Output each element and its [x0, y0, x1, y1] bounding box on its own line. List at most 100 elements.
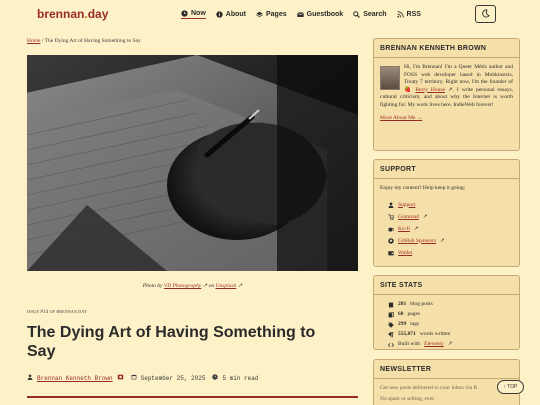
- stat-label: words written: [419, 331, 451, 337]
- nav-item-pages[interactable]: Pages: [256, 10, 287, 19]
- caption-mid: on: [207, 283, 216, 289]
- about-card: BRENNAN KENNETH BROWN Hi, I'm Brennan! I…: [373, 38, 520, 151]
- hero-photo-writing-hand: [27, 55, 358, 271]
- newsletter-heading: NEWSLETTER: [374, 360, 519, 379]
- breadcrumb-home-link[interactable]: Home: [27, 38, 40, 44]
- stat-value: 60: [398, 311, 404, 317]
- support-item: Ko-fi ↗: [388, 226, 513, 234]
- book-icon: [388, 302, 394, 308]
- stat-value: 201: [398, 301, 407, 307]
- support-item: Gumroad ↗: [388, 214, 513, 222]
- support-body: Enjoy my content? Help keep it going: Su…: [374, 179, 519, 268]
- image-caption: Photo by VD Photography ↗ on Unsplash ↗: [27, 283, 358, 289]
- clock-icon: [181, 10, 188, 17]
- clock-icon: [212, 374, 219, 382]
- stat-row: 555,071 words written: [388, 331, 513, 339]
- person-icon: [27, 374, 33, 382]
- nav-label: About: [225, 10, 246, 18]
- logo-tld: day: [87, 7, 109, 21]
- wallet-link[interactable]: Wallet: [398, 250, 412, 258]
- kofi-link[interactable]: Ko-fi: [398, 226, 410, 234]
- code-icon: [388, 342, 394, 348]
- nav-label: RSS: [406, 10, 421, 18]
- person-icon: [388, 202, 394, 209]
- post-title: The Dying Art of Having Something to Say: [27, 324, 316, 360]
- github-sponsors-link[interactable]: GitHub Sponsors: [398, 238, 436, 246]
- support-link[interactable]: Support: [398, 202, 415, 210]
- search-icon: [353, 10, 361, 18]
- layers-icon: [256, 11, 263, 18]
- site-logo[interactable]: brennan.day: [37, 7, 108, 21]
- tag-icon: [388, 322, 394, 328]
- stats-body: 201 blog posts 60 pages 299 tags 555,071 wor…: [374, 295, 519, 357]
- gumroad-link[interactable]: Gumroad: [398, 214, 419, 222]
- stat-label: blog posts: [410, 301, 433, 307]
- breadcrumb: Home / The Dying Art of Having Something…: [27, 38, 141, 44]
- stat-value: 555,071: [398, 331, 416, 337]
- berry-house-link[interactable]: Berry House: [415, 87, 445, 93]
- hero-image: [27, 55, 358, 271]
- paragraph-icon: [388, 331, 394, 338]
- nav-label: Guestbook: [306, 10, 344, 18]
- coffee-icon: [388, 226, 394, 232]
- external-link-icon: ↗: [236, 283, 243, 289]
- calendar-icon: [131, 374, 137, 382]
- eleventy-link[interactable]: Eleventy: [424, 341, 444, 349]
- external-link-icon: ↗: [413, 225, 419, 232]
- moon-icon: [481, 5, 490, 23]
- info-icon: [216, 10, 223, 18]
- support-links: Support Gumroad ↗ Ko-fi ↗ GitHub Sponsors ↗…: [380, 202, 513, 258]
- rss-icon: [396, 10, 404, 18]
- nav-label: Now: [191, 10, 206, 17]
- external-link-icon: ↗: [444, 86, 453, 93]
- newsletter-line-2: No spam or selling, ever.: [380, 395, 435, 402]
- stat-value: 299: [398, 321, 407, 327]
- bio-text-1: Hi, I'm Brennan! I'm a Queer Métis autho…: [404, 64, 513, 85]
- cart-icon: [388, 214, 394, 220]
- nav-label: Pages: [266, 10, 287, 18]
- nav-item-rss[interactable]: RSS: [396, 10, 421, 19]
- logo-main: brennan: [37, 7, 85, 21]
- support-intro: Enjoy my content? Help keep it going:: [380, 185, 466, 191]
- caption-prefix: Photo by: [142, 283, 164, 289]
- stat-row: 299 tags: [388, 321, 513, 329]
- theme-toggle-button[interactable]: [475, 5, 496, 23]
- about-body: Hi, I'm Brennan! I'm a Queer Métis autho…: [374, 58, 519, 129]
- support-item: GitHub Sponsors ↗: [388, 238, 513, 246]
- issue-prefix: issue: [27, 309, 41, 314]
- mail-icon: [296, 11, 304, 18]
- nav-item-about[interactable]: About: [216, 10, 246, 19]
- support-card: SUPPORT Enjoy my content? Help keep it g…: [373, 159, 520, 267]
- back-to-top-button[interactable]: ↑ TOP: [497, 380, 524, 394]
- built-with-row: Built with Eleventy ↗: [388, 341, 513, 349]
- stats-list: 201 blog posts 60 pages 299 tags 555,071 wor…: [380, 301, 513, 349]
- author-link[interactable]: Brennan Kenneth Brown: [37, 375, 113, 382]
- external-link-icon: ↗: [440, 237, 445, 244]
- github-icon: [388, 238, 394, 244]
- post-meta: Brennan Kenneth Brown September 25, 2025…: [27, 374, 258, 382]
- unsplash-link[interactable]: Unsplash: [216, 283, 237, 289]
- more-about-me-link[interactable]: More About Me →: [380, 115, 513, 123]
- nav-item-search[interactable]: Search: [353, 10, 387, 19]
- site-stats-card: SITE STATS 201 blog posts 60 pages 299 tags…: [373, 275, 520, 350]
- avatar: [380, 66, 400, 90]
- section-divider: [27, 396, 358, 398]
- external-link-icon: ↗: [447, 341, 453, 347]
- built-with-label: Built with: [398, 341, 421, 347]
- site-header: brennan.day Now About Pages Guestbook Se…: [0, 0, 540, 30]
- external-link-icon: ↗: [422, 213, 428, 220]
- berry-icon: 🍓: [404, 86, 416, 93]
- support-item: Support: [388, 202, 513, 210]
- issue-label: issue #14 of brennan.day: [27, 309, 87, 315]
- stats-heading: SITE STATS: [374, 276, 519, 295]
- photographer-link[interactable]: VD Photography: [164, 283, 201, 289]
- read-time: 5 min read: [222, 374, 259, 382]
- nav-label: Search: [363, 10, 387, 18]
- nav-item-guestbook[interactable]: Guestbook: [296, 10, 344, 19]
- post-date: September 25, 2025: [140, 374, 206, 382]
- pages-icon: [388, 311, 394, 318]
- newsletter-line-1: Get new posts delivered to your inbox vi…: [380, 385, 478, 391]
- support-heading: SUPPORT: [374, 160, 519, 179]
- nav-item-now[interactable]: Now: [181, 10, 206, 19]
- stat-label: pages: [407, 311, 421, 317]
